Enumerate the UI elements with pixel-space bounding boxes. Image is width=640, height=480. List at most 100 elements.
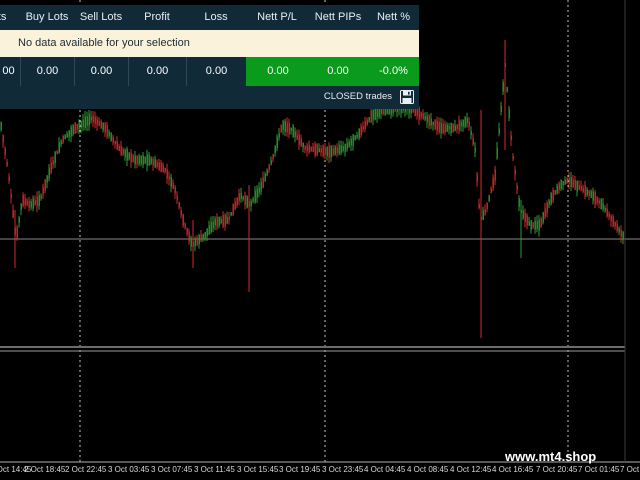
candle-body [582,187,584,192]
candle-body [276,136,278,149]
candle-body [292,125,294,138]
time-axis-label: 4 Oct 12:45 [450,465,492,474]
candle-body [94,116,96,124]
candle-body [368,117,370,122]
closed-trades-toggle[interactable]: CLOSED trades [324,86,392,109]
candle-body [522,210,524,219]
candle-body [548,200,550,205]
candle-body [422,113,424,120]
candle-body [456,124,458,130]
candle-body [22,195,24,207]
candle-body [186,228,188,235]
candle-body [486,203,488,210]
candle-body [570,177,572,187]
candle-body [424,116,426,120]
col-header-buy-lots: Buy Lots [25,11,69,23]
candle-body [480,216,482,220]
candle-body [296,134,298,140]
candle-body [288,123,290,134]
candle-body [204,232,206,238]
candle-body [92,115,94,122]
candle-body [136,155,138,165]
candle-body [78,122,80,129]
candle-body [236,197,238,205]
candle-body [12,210,14,218]
candle-body [350,138,352,146]
candle-body [196,237,198,245]
candle-body [574,179,576,190]
candle-body [554,190,556,195]
candle-body [124,149,126,157]
time-axis-label: 2 Oct 22:45 [65,465,107,474]
candle-body [550,192,552,205]
time-axis-label: 3 Oct 11:45 [194,465,235,474]
candle-body [116,141,118,150]
candle-body [28,201,30,208]
candle-body [470,130,472,135]
candle-body [158,162,160,170]
candle-body [270,160,272,165]
candle-body [518,198,520,207]
candle-body [256,188,258,198]
candle-body [178,202,180,208]
candle-body [336,147,338,153]
candle-body [232,203,234,216]
time-axis-label: 2 Oct 18:45 [24,465,66,474]
candle-body [488,195,490,202]
candle-body [462,119,464,127]
panel-header-row: ots Buy Lots Sell Lots Profit Loss Nett … [0,5,419,30]
candle-body [152,158,154,166]
candle-body [130,152,132,163]
candle-body [260,181,262,192]
save-icon[interactable] [400,90,414,104]
candle-body [46,175,48,183]
candle-body [86,116,88,126]
candle-body [218,217,220,226]
value-sell-lots: 0.00 [74,57,128,86]
candle-body [214,218,216,226]
candle-body [192,241,194,247]
candle-body [26,200,28,206]
candle-body [266,169,268,176]
candle-body [230,212,232,216]
candle-body [258,187,260,193]
candle-body [542,212,544,223]
value-nett-pips: 0.00 [308,57,368,86]
candle-body [68,130,70,137]
candle-body [244,195,246,205]
col-header-profit: Profit [144,11,170,23]
candle-body [446,124,448,132]
candle-body [620,230,622,237]
candle-body [264,174,266,181]
candle-body [572,179,574,187]
candle-body [90,116,92,121]
candle-body [6,161,8,166]
candle-body [76,124,78,130]
candle-body [306,145,308,152]
candle-body [600,198,602,210]
candle-body [18,217,20,223]
candle-body [606,208,608,217]
candle-body [188,231,190,242]
candle-body [212,221,214,228]
candle-body [520,209,522,213]
candle-body [162,165,164,173]
candle-body [614,222,616,227]
candle-body [174,186,176,194]
candle-body [584,185,586,197]
candle-body [364,121,366,129]
candle-body [464,117,466,127]
candle-body [234,201,236,210]
candle-body [150,157,152,164]
candle-body [180,209,182,216]
candle-body [478,203,480,209]
time-axis-label: 7 Oct 05:45 [620,465,640,474]
candle-body [376,108,378,118]
candle-body [484,209,486,214]
candle-body [610,215,612,222]
candle-body [102,122,104,131]
candle-body [524,213,526,222]
candle-body [38,195,40,206]
candle-body [342,146,344,151]
candle-body [332,148,334,155]
